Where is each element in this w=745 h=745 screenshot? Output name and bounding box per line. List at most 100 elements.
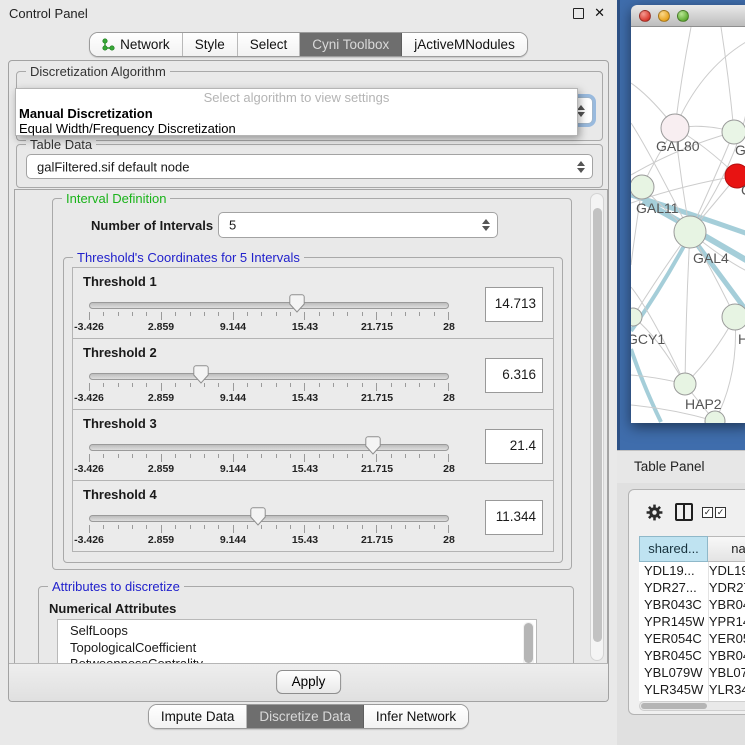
table-row[interactable]: YLR345WYLR34 [639, 681, 745, 698]
table-data-group-title: Table Data [26, 137, 96, 152]
table-panel-title: Table Panel [634, 459, 705, 474]
threshold-slider[interactable]: -3.4262.8599.14415.4321.71528 [89, 507, 449, 547]
threshold-value-field[interactable]: 14.713 [485, 287, 543, 322]
slider-track[interactable] [89, 302, 449, 309]
interval-definition-title: Interval Definition [62, 191, 170, 206]
cell-name: YPR14 [704, 613, 745, 630]
network-edge[interactable] [685, 232, 690, 384]
network-edge[interactable] [675, 27, 691, 128]
slider-thumb-icon[interactable] [193, 365, 209, 384]
algorithm-dropdown-popup: Select algorithm to view settings Manual… [15, 88, 578, 136]
table-row[interactable]: YBR045CYBR04 [639, 647, 745, 664]
gear-icon[interactable] [645, 503, 664, 522]
table-horizontal-scrollbar[interactable] [639, 701, 745, 711]
tab-cyni-toolbox[interactable]: Cyni Toolbox [300, 33, 402, 56]
slider-track[interactable] [89, 444, 449, 451]
list-item[interactable]: TopologicalCoefficient [58, 640, 536, 657]
table-row[interactable]: YPR145WYPR14 [639, 613, 745, 630]
scrollbar-thumb[interactable] [641, 703, 707, 709]
slider-thumb-icon[interactable] [365, 436, 381, 455]
threshold-value-field[interactable]: 21.4 [485, 429, 543, 464]
tab-network[interactable]: Network [90, 33, 183, 56]
apply-strip: Apply [9, 663, 608, 701]
table-row[interactable]: YER054CYER05 [639, 630, 745, 647]
tab-select[interactable]: Select [238, 33, 301, 56]
network-node-gal4[interactable] [674, 216, 706, 248]
tab-impute-data[interactable]: Impute Data [149, 705, 248, 728]
checkbox-icon[interactable]: ✓ [715, 507, 726, 518]
zoom-traffic-light-icon[interactable] [677, 10, 689, 22]
network-node-h[interactable] [722, 304, 745, 330]
column-header-name[interactable]: name [708, 536, 745, 562]
scrollbar-thumb[interactable] [524, 623, 533, 663]
num-intervals-value: 5 [229, 218, 236, 233]
settings-vertical-scrollbar[interactable] [590, 193, 604, 661]
num-intervals-label: Number of Intervals [91, 218, 213, 233]
close-traffic-light-icon[interactable] [639, 10, 651, 22]
network-node-hap2[interactable] [674, 373, 696, 395]
bottom-tab-bar: Impute DataDiscretize DataInfer Network [0, 704, 617, 729]
threshold-slider[interactable]: -3.4262.8599.14415.4321.71528 [89, 365, 449, 405]
attributes-list[interactable]: SelfLoopsTopologicalCoefficientBetweenne… [57, 619, 537, 665]
dropdown-option-equal-width-frequency-discretization[interactable]: Equal Width/Frequency Discretization [16, 121, 577, 136]
tick-label: 28 [443, 534, 455, 546]
slider-tick-labels: -3.4262.8599.14415.4321.71528 [89, 463, 449, 475]
table-row[interactable]: YDR27...YDR27 [639, 579, 745, 596]
columns-icon[interactable] [675, 503, 693, 521]
minimize-traffic-light-icon[interactable] [658, 10, 670, 22]
network-node-gal[interactable] [722, 120, 745, 144]
network-edge[interactable] [631, 349, 661, 422]
table-data-combobox[interactable]: galFiltered.sif default node [26, 154, 593, 179]
slider-thumb-icon[interactable] [250, 507, 266, 526]
float-window-icon[interactable] [573, 8, 584, 19]
apply-button[interactable]: Apply [276, 670, 342, 694]
tick-label: 15.43 [292, 321, 318, 333]
threshold-value-field[interactable]: 6.316 [485, 358, 543, 393]
table-row[interactable]: YDL19...YDL19 [639, 562, 745, 579]
attributes-list-scrollbar[interactable] [523, 622, 534, 665]
list-item[interactable]: SelfLoops [58, 620, 536, 640]
table-row[interactable]: YBR043CYBR04 [639, 596, 745, 613]
threshold-slider[interactable]: -3.4262.8599.14415.4321.71528 [89, 436, 449, 476]
network-window[interactable]: GAL80GALCGAL11GAL4GCY1HHAP2 [631, 5, 745, 423]
node-label: GAL4 [693, 250, 729, 266]
network-edge[interactable] [721, 27, 734, 132]
node-label: H [738, 331, 745, 347]
num-intervals-combobox[interactable]: 5 [218, 212, 498, 238]
node-label: C [741, 182, 745, 198]
network-window-titlebar[interactable] [631, 5, 745, 27]
slider-tick-labels: -3.4262.8599.14415.4321.71528 [89, 534, 449, 546]
app-root: Control Panel ✕ NetworkStyleSelectCyni T… [0, 0, 745, 745]
threshold-value-field[interactable]: 11.344 [485, 500, 543, 535]
slider-thumb-icon[interactable] [289, 294, 305, 313]
network-node-gal11[interactable] [631, 175, 654, 199]
combo-stepper-icon [577, 161, 585, 173]
slider-track[interactable] [89, 515, 449, 522]
node-label: GAL11 [636, 200, 679, 216]
right-panel: GAL80GALCGAL11GAL4GCY1HHAP2 Table Panel [617, 0, 745, 745]
network-view[interactable]: GAL80GALCGAL11GAL4GCY1HHAP2 [631, 27, 745, 423]
network-edge[interactable] [675, 39, 745, 128]
cell-shared-name: YER054C [639, 630, 704, 647]
table-row[interactable]: YBL079WYBL07 [639, 664, 745, 681]
slider-ticks [89, 383, 449, 391]
checkbox-icon[interactable]: ✓ [702, 507, 713, 518]
slider-ticks [89, 454, 449, 462]
tab-jactivemnodules[interactable]: jActiveMNodules [402, 33, 527, 56]
column-header-shared-[interactable]: shared... [639, 536, 708, 562]
scrollbar-thumb[interactable] [593, 208, 602, 642]
threshold-row: Threshold 2-3.4262.8599.14415.4321.71528… [72, 338, 554, 410]
close-icon[interactable]: ✕ [594, 5, 605, 21]
attributes-groupbox: Attributes to discretize Numerical Attri… [38, 586, 574, 665]
cell-name: YBR04 [704, 596, 745, 613]
slider-ticks [89, 525, 449, 533]
slider-track[interactable] [89, 373, 449, 380]
tab-label: jActiveMNodules [414, 37, 515, 52]
threshold-slider[interactable]: -3.4262.8599.14415.4321.71528 [89, 294, 449, 334]
tab-infer-network[interactable]: Infer Network [364, 705, 468, 728]
thresholds-groupbox: Threshold's Coordinates for 5 Intervals … [63, 257, 563, 563]
tab-discretize-data[interactable]: Discretize Data [247, 705, 364, 728]
threshold-label: Threshold 3 [83, 416, 157, 431]
dropdown-option-manual-discretization[interactable]: Manual Discretization [16, 106, 577, 121]
tab-style[interactable]: Style [183, 33, 238, 56]
